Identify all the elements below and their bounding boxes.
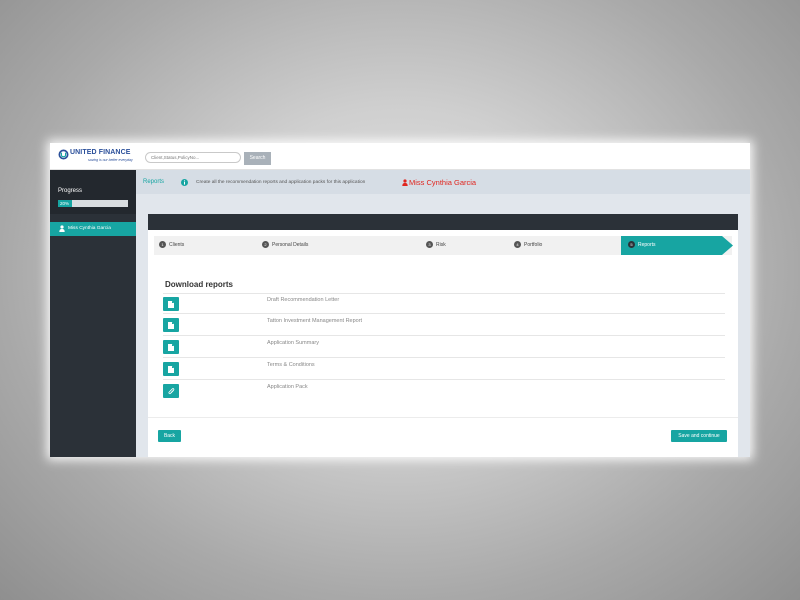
- step-label: Portfolio: [524, 242, 543, 248]
- save-and-continue-button[interactable]: Save and continue: [671, 430, 727, 442]
- download-button[interactable]: [163, 340, 179, 354]
- report-row: Tatton Investment Management Report: [163, 315, 725, 336]
- report-label[interactable]: Draft Recommendation Letter: [267, 297, 339, 303]
- report-label[interactable]: Terms & Conditions: [267, 362, 315, 368]
- main-content: Reports Create all the recommendation re…: [136, 170, 750, 457]
- step-risk[interactable]: 3 Risk: [426, 236, 446, 255]
- download-button[interactable]: [163, 362, 179, 376]
- client-title-text: Miss Cynthia Garcia: [409, 178, 477, 187]
- report-label[interactable]: Tatton Investment Management Report: [267, 318, 362, 324]
- document-icon: [168, 365, 174, 373]
- report-label[interactable]: Application Summary: [267, 340, 319, 346]
- brand-logo[interactable]: UNITED FINANCE saving is our better ever…: [58, 148, 133, 166]
- report-row: Terms & Conditions: [163, 359, 725, 380]
- step-number: 1: [159, 241, 166, 248]
- brand-name: UNITED FINANCE: [70, 149, 131, 156]
- download-button[interactable]: [163, 318, 179, 332]
- user-icon: [59, 225, 65, 232]
- paperclip-icon: [167, 387, 174, 394]
- logo-mark-icon: [58, 149, 69, 160]
- report-label[interactable]: Application Pack: [267, 384, 308, 390]
- panel-header: [148, 214, 738, 230]
- report-row: Application Summary: [163, 337, 725, 358]
- download-button[interactable]: [163, 384, 179, 398]
- app-window: UNITED FINANCE saving is our better ever…: [50, 143, 750, 457]
- footer-divider: [148, 417, 738, 418]
- sidebar-item-client[interactable]: Miss Cynthia Garcia: [50, 222, 136, 236]
- sidebar-client-name: Miss Cynthia Garcia: [68, 226, 111, 231]
- document-icon: [168, 343, 174, 351]
- step-label: Risk: [436, 242, 446, 248]
- top-bar: UNITED FINANCE saving is our better ever…: [50, 143, 750, 170]
- step-personal-details[interactable]: 2 Personal Details: [262, 236, 308, 255]
- progress-percent: 20%: [60, 201, 70, 206]
- step-wizard: 1 Clients 2 Personal Details 3 Risk 4 Portfo…: [154, 236, 733, 255]
- client-title: Miss Cynthia Garcia: [402, 178, 476, 187]
- step-number: 3: [426, 241, 433, 248]
- report-row: Draft Recommendation Letter: [163, 293, 725, 314]
- section-title: Download reports: [165, 280, 234, 289]
- search-input[interactable]: [145, 152, 241, 163]
- progress-bar: 20%: [58, 200, 128, 207]
- document-icon: [168, 300, 174, 308]
- step-clients[interactable]: 1 Clients: [159, 236, 184, 255]
- download-button[interactable]: [163, 297, 179, 311]
- step-label: Reports: [638, 242, 656, 248]
- back-button[interactable]: Back: [158, 430, 181, 442]
- step-number: 5: [628, 241, 635, 248]
- reports-panel: 1 Clients 2 Personal Details 3 Risk 4 Portfo…: [148, 214, 738, 457]
- sidebar: Progress 20% Miss Cynthia Garcia: [50, 170, 136, 457]
- search-button[interactable]: Search: [244, 152, 271, 165]
- progress-label: Progress: [58, 188, 83, 194]
- document-icon: [168, 321, 174, 329]
- step-label: Personal Details: [272, 242, 309, 248]
- user-icon: [402, 179, 408, 186]
- report-row: Application Pack: [163, 381, 725, 402]
- step-portfolio[interactable]: 4 Portfolio: [514, 236, 542, 255]
- info-text: Create all the recommendation reports an…: [196, 180, 366, 185]
- step-reports[interactable]: 5 Reports: [628, 236, 656, 255]
- step-number: 2: [262, 241, 269, 248]
- breadcrumb[interactable]: Reports: [143, 179, 164, 185]
- info-icon: [181, 179, 188, 186]
- step-number: 4: [514, 241, 521, 248]
- page-header: Reports Create all the recommendation re…: [136, 170, 750, 194]
- progress-panel: Progress 20%: [50, 170, 136, 214]
- step-label: Clients: [169, 242, 185, 248]
- brand-tagline: saving is our better everyday: [88, 158, 133, 162]
